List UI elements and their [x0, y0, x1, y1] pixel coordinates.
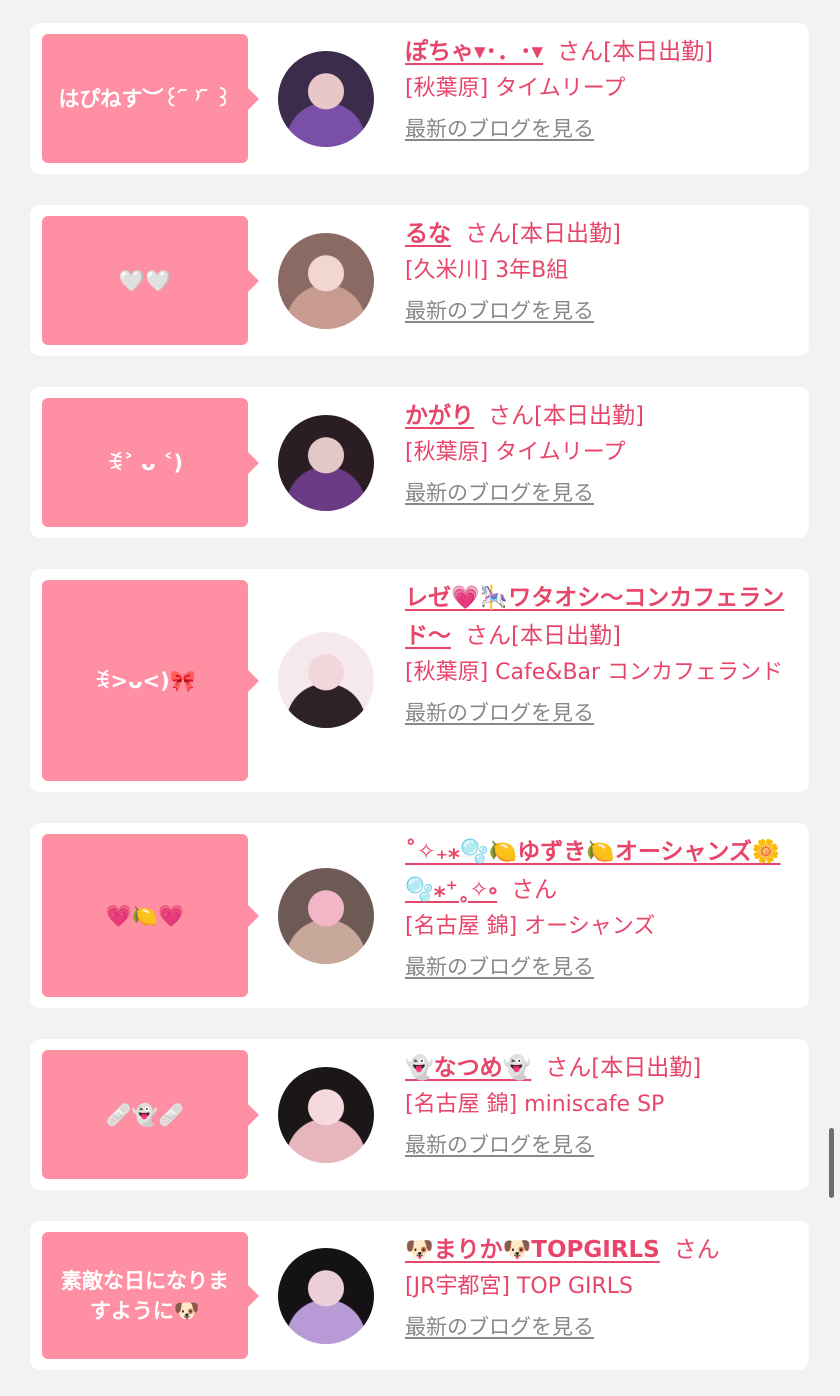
avatar[interactable] — [278, 1067, 374, 1163]
message-bubble: ꉂ˃ ᴗ ˂) — [42, 398, 259, 527]
cast-name-link[interactable]: かがり — [405, 403, 474, 429]
list-item: はぴねす︶꒰ ᷇ ⁾ ᷇ ꒱ ぽちゃ▾･．･▾ さん[本日出勤] [秋葉原] タイ… — [30, 23, 809, 174]
shop-name: [秋葉原] Cafe&Bar コンカフェランド — [405, 660, 784, 685]
avatar[interactable] — [278, 415, 374, 511]
list-item: ꉂ˃ ᴗ ˂) かがり さん[本日出勤] [秋葉原] タイムリープ 最新のブログを… — [30, 387, 809, 538]
cast-name-link[interactable]: るな — [405, 221, 451, 247]
avatar[interactable] — [278, 233, 374, 329]
cast-info: レゼ💗🎠ワタオシ〜コンカフェランド〜 さん[本日出勤] [秋葉原] Cafe&Ba… — [405, 579, 795, 727]
message-bubble: ꉂ>ᴗ<)🎀 — [42, 580, 259, 781]
message-bubble: はぴねす︶꒰ ᷇ ⁾ ᷇ ꒱ — [42, 34, 259, 163]
cast-name-link[interactable]: ぽちゃ▾･．･▾ — [405, 39, 543, 65]
cast-suffix: さん[本日出勤] — [488, 403, 644, 429]
view-blog-link[interactable]: 最新のブログを見る — [405, 295, 594, 325]
cast-info: ぽちゃ▾･．･▾ さん[本日出勤] [秋葉原] タイムリープ 最新のブログを見る — [405, 33, 795, 143]
cast-suffix: さん[本日出勤] — [557, 39, 714, 65]
cast-info: 🐶まりか🐶TOPGIRLS さん [JR宇都宮] TOP GIRLS 最新のブログ… — [405, 1231, 795, 1341]
cast-info: かがり さん[本日出勤] [秋葉原] タイムリープ 最新のブログを見る — [405, 397, 795, 507]
cast-info: るな さん[本日出勤] [久米川] 3年B組 最新のブログを見る — [405, 215, 795, 325]
cast-name-link[interactable]: 👻なつめ👻 — [405, 1055, 531, 1081]
avatar[interactable] — [278, 1248, 374, 1344]
cast-info: ˚✧₊⁎🫧🍋ゆずき🍋オーシャンズ🌼🫧⁎⁺˳✧༚ さん [名古屋 錦] オーシャンズ… — [405, 833, 795, 981]
cast-name-link[interactable]: 🐶まりか🐶TOPGIRLS — [405, 1237, 660, 1263]
cast-suffix: さん[本日出勤] — [465, 623, 621, 649]
message-bubble: 素敵な日になりますように🐶 — [42, 1232, 259, 1359]
avatar[interactable] — [278, 868, 374, 964]
avatar[interactable] — [278, 632, 374, 728]
message-bubble: 🤍🤍 — [42, 216, 259, 345]
shop-name: [名古屋 錦] miniscafe SP — [405, 1092, 665, 1117]
name-line: ˚✧₊⁎🫧🍋ゆずき🍋オーシャンズ🌼🫧⁎⁺˳✧༚ さん — [405, 833, 795, 909]
list-item: 🩹👻🩹 👻なつめ👻 さん[本日出勤] [名古屋 錦] miniscafe SP 最… — [30, 1039, 809, 1190]
name-line: 🐶まりか🐶TOPGIRLS さん — [405, 1231, 795, 1269]
name-line: レゼ💗🎠ワタオシ〜コンカフェランド〜 さん[本日出勤] — [405, 579, 795, 655]
scrollbar[interactable] — [829, 1128, 834, 1198]
cast-suffix: さん[本日出勤] — [545, 1055, 702, 1081]
shop-name: [JR宇都宮] TOP GIRLS — [405, 1274, 633, 1299]
cast-name-link[interactable]: ˚✧₊⁎🫧🍋ゆずき🍋オーシャンズ🌼🫧⁎⁺˳✧༚ — [405, 839, 781, 903]
shop-name: [秋葉原] タイムリープ — [405, 76, 626, 101]
view-blog-link[interactable]: 最新のブログを見る — [405, 477, 594, 507]
shop-name: [名古屋 錦] オーシャンズ — [405, 914, 656, 939]
list-item: 💗🍋💗 ˚✧₊⁎🫧🍋ゆずき🍋オーシャンズ🌼🫧⁎⁺˳✧༚ さん [名古屋 錦] オー… — [30, 823, 809, 1008]
view-blog-link[interactable]: 最新のブログを見る — [405, 697, 594, 727]
list-item: ꉂ>ᴗ<)🎀 レゼ💗🎠ワタオシ〜コンカフェランド〜 さん[本日出勤] [秋葉原] … — [30, 569, 809, 792]
shop-name: [久米川] 3年B組 — [405, 258, 569, 283]
view-blog-link[interactable]: 最新のブログを見る — [405, 1129, 594, 1159]
cast-suffix: さん — [673, 1237, 720, 1263]
name-line: ぽちゃ▾･．･▾ さん[本日出勤] — [405, 33, 795, 71]
view-blog-link[interactable]: 最新のブログを見る — [405, 113, 594, 143]
message-bubble: 🩹👻🩹 — [42, 1050, 259, 1179]
cast-info: 👻なつめ👻 さん[本日出勤] [名古屋 錦] miniscafe SP 最新のブロ… — [405, 1049, 795, 1159]
name-line: かがり さん[本日出勤] — [405, 397, 795, 435]
shop-name: [秋葉原] タイムリープ — [405, 440, 626, 465]
avatar[interactable] — [278, 51, 374, 147]
view-blog-link[interactable]: 最新のブログを見る — [405, 951, 594, 981]
view-blog-link[interactable]: 最新のブログを見る — [405, 1311, 594, 1341]
cast-suffix: さん — [511, 877, 558, 903]
name-line: 👻なつめ👻 さん[本日出勤] — [405, 1049, 795, 1087]
name-line: るな さん[本日出勤] — [405, 215, 795, 253]
list-item: 素敵な日になりますように🐶 🐶まりか🐶TOPGIRLS さん [JR宇都宮] TO… — [30, 1221, 809, 1370]
list-item: 🤍🤍 るな さん[本日出勤] [久米川] 3年B組 最新のブログを見る — [30, 205, 809, 356]
message-bubble: 💗🍋💗 — [42, 834, 259, 997]
cast-suffix: さん[本日出勤] — [465, 221, 621, 247]
